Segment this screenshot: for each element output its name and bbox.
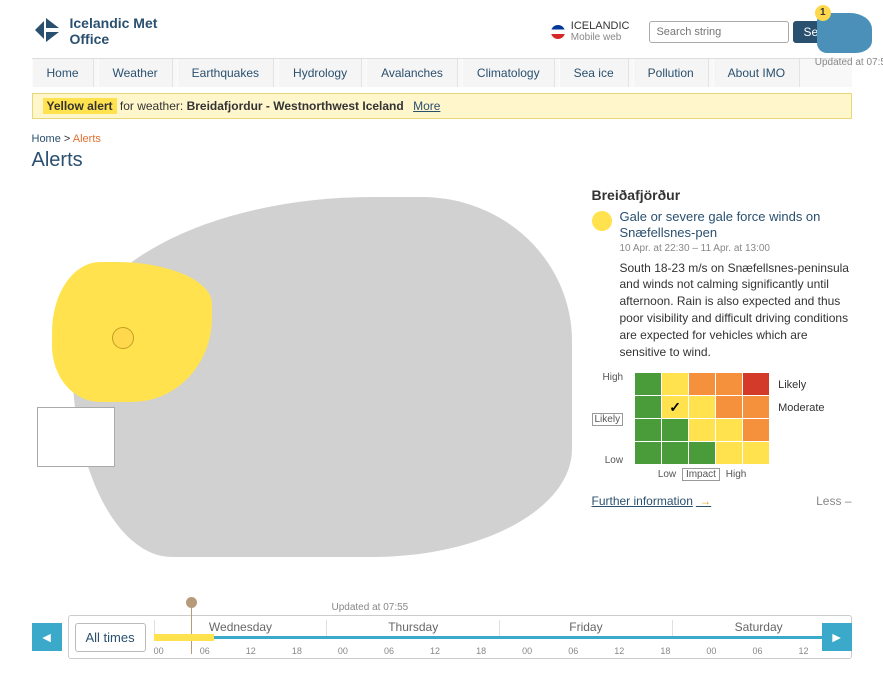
nav-pollution[interactable]: Pollution (633, 59, 709, 87)
minimap-widget[interactable]: 1 Updated at 07:55 (815, 5, 883, 68)
flag-icon (551, 25, 565, 39)
warning-time: 10 Apr. at 22:30 – 11 Apr. at 13:00 (620, 243, 852, 254)
alert-region: Breidafjordur - Westnorthwest Iceland (187, 99, 404, 113)
matrix-selected-cell: ✓ (662, 396, 688, 418)
nav-hydrology[interactable]: Hydrology (278, 59, 362, 87)
timeline-prev-button[interactable]: ◄ (32, 623, 62, 651)
timeline-days: Wednesday Thursday Friday Saturday (154, 620, 845, 636)
language-switch[interactable]: ICELANDIC Mobile web (551, 20, 630, 43)
main-nav: Home Weather Earthquakes Hydrology Avala… (32, 58, 852, 87)
timeline-updated: Updated at 07:55 (332, 602, 852, 613)
warning-description: South 18-23 m/s on Snæfellsnes-peninsula… (620, 260, 852, 361)
map-column (32, 182, 582, 582)
matrix-y-axis: High Likely Low (592, 372, 627, 466)
map-inset[interactable] (37, 407, 115, 467)
nav-avalanches[interactable]: Avalanches (366, 59, 458, 87)
nav-climatology[interactable]: Climatology (462, 59, 555, 87)
risk-matrix: High Likely Low ✓ Low Impact High (592, 372, 852, 480)
crumb-home[interactable]: Home (32, 133, 61, 145)
timeline-track (154, 636, 845, 639)
warning-yellow-icon (592, 211, 612, 231)
collapse-less-link[interactable]: Less – (816, 494, 851, 508)
further-info-link[interactable]: Further information → (592, 494, 712, 508)
iceland-map[interactable] (32, 182, 582, 582)
nav-seaice[interactable]: Sea ice (559, 59, 629, 87)
nav-about[interactable]: About IMO (713, 59, 800, 87)
page-title: Alerts (32, 149, 852, 172)
alert-level-tag: Yellow alert (43, 98, 117, 114)
alert-banner: Yellow alert for weather: Breidafjordur … (32, 93, 852, 119)
detail-region: Breiðafjörður (592, 187, 852, 203)
search-input[interactable] (649, 21, 789, 43)
site-logo[interactable]: Icelandic Met Office (32, 15, 158, 48)
warning-headline: Gale or severe gale force winds on Snæfe… (620, 209, 852, 240)
alert-text: for weather: (120, 99, 187, 113)
minimap-icon: 1 (815, 5, 875, 55)
map-alert-marker-icon[interactable] (112, 327, 134, 349)
timeline-panel[interactable]: All times Wednesday Thursday Friday Satu… (68, 615, 852, 659)
detail-panel: Breiðafjörður Gale or severe gale force … (592, 182, 852, 582)
nav-weather[interactable]: Weather (98, 59, 173, 87)
header: Icelandic Met Office ICELANDIC Mobile we… (32, 10, 852, 58)
mobile-web-link[interactable]: Mobile web (571, 32, 630, 43)
nav-home[interactable]: Home (32, 59, 94, 87)
timeline-alert-span (154, 634, 214, 641)
matrix-x-axis: Low Impact High (634, 469, 770, 480)
site-name: Icelandic Met Office (70, 16, 158, 47)
logo-icon (32, 15, 62, 48)
timeline-next-button[interactable]: ► (822, 623, 852, 651)
timeline-hours: 00061218 00061218 00061218 000612 (154, 646, 845, 656)
alert-more-link[interactable]: More (413, 99, 440, 113)
timeline: Updated at 07:55 ◄ All times Wednesday T… (32, 602, 852, 659)
matrix-grid: ✓ (634, 372, 770, 465)
breadcrumb: Home > Alerts (32, 133, 852, 145)
minimap-updated: Updated at 07:55 (815, 57, 883, 68)
minimap-badge: 1 (815, 5, 831, 21)
nav-earthquakes[interactable]: Earthquakes (177, 59, 274, 87)
matrix-legend: Likely Moderate (778, 372, 824, 420)
timeline-all-times[interactable]: All times (75, 623, 146, 652)
crumb-current: Alerts (73, 133, 101, 145)
language-label: ICELANDIC (571, 20, 630, 32)
arrow-right-icon: → (696, 494, 711, 508)
